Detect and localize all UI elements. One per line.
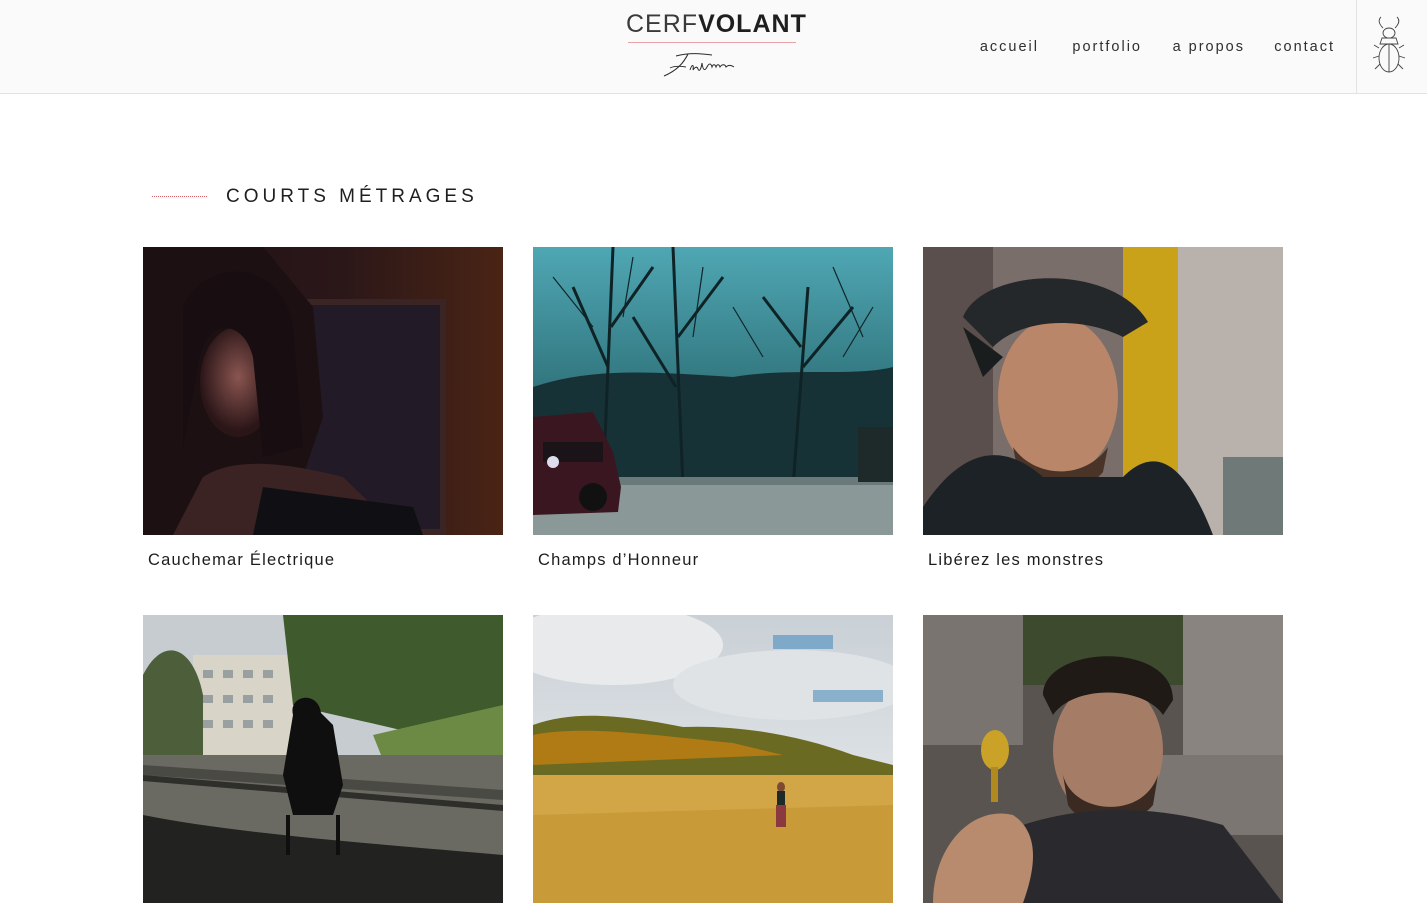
nav-accueil[interactable]: accueil xyxy=(980,39,1039,55)
film-thumbnail[interactable] xyxy=(923,615,1283,903)
film-thumbnail[interactable] xyxy=(923,247,1283,535)
film-card-5[interactable] xyxy=(533,615,893,903)
film-thumbnail[interactable] xyxy=(143,615,503,903)
film-thumbnail[interactable] xyxy=(533,247,893,535)
film-title[interactable]: Libérez les monstres xyxy=(928,551,1104,570)
logo-script-signature xyxy=(663,53,735,77)
film-card-4[interactable] xyxy=(143,615,503,903)
film-thumbnail[interactable] xyxy=(533,615,893,903)
header-divider xyxy=(1356,0,1357,93)
film-card-liberez-les-monstres[interactable]: Libérez les monstres xyxy=(923,247,1283,569)
film-card-6[interactable] xyxy=(923,615,1283,903)
logo-wordmark: CERFVOLANT xyxy=(626,10,807,38)
nav-contact[interactable]: contact xyxy=(1274,39,1335,55)
film-card-cauchemar-electrique[interactable]: Cauchemar Électrique xyxy=(143,247,503,569)
site-header: CERFVOLANT accueil portfolio a propos co… xyxy=(0,0,1427,94)
nav-a-propos[interactable]: a propos xyxy=(1173,39,1245,55)
logo-rule xyxy=(628,42,796,43)
film-card-champs-d-honneur[interactable]: Champs d’Honneur xyxy=(533,247,893,569)
site-logo[interactable]: CERFVOLANT xyxy=(626,10,807,80)
section-title: COURTS MÉTRAGES xyxy=(226,186,478,207)
section-title-decoration xyxy=(152,196,207,197)
film-title[interactable]: Cauchemar Électrique xyxy=(148,551,335,570)
film-title[interactable]: Champs d’Honneur xyxy=(538,551,699,570)
nav-portfolio[interactable]: portfolio xyxy=(1072,39,1142,55)
stag-beetle-icon[interactable] xyxy=(1372,16,1406,78)
film-thumbnail[interactable] xyxy=(143,247,503,535)
